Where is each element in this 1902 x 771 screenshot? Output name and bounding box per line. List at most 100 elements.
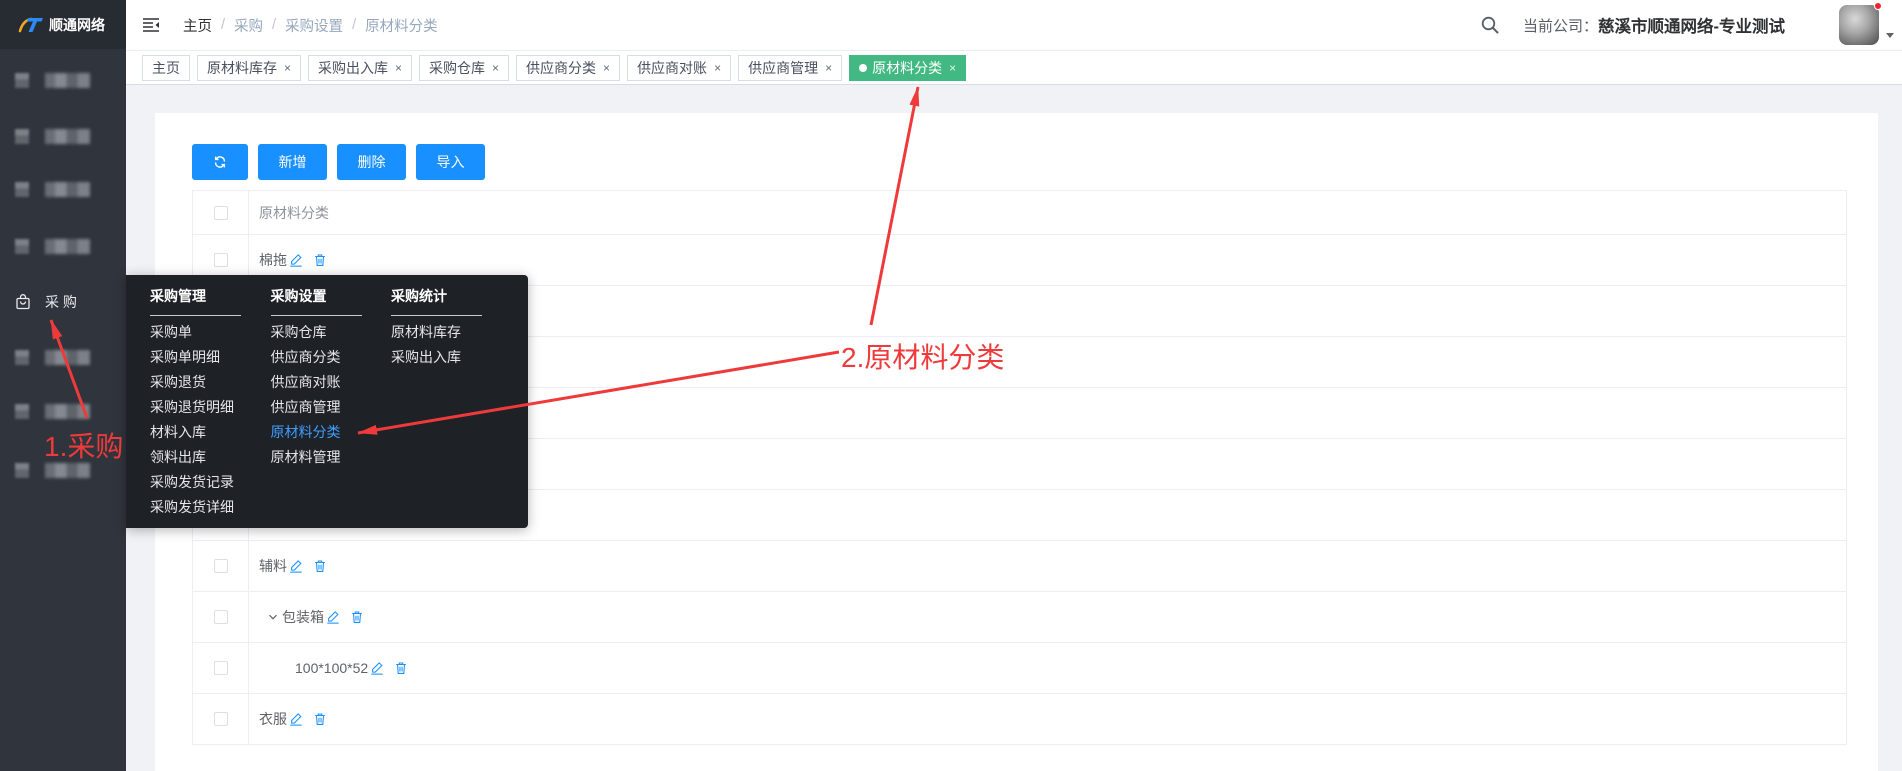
menu-item[interactable]: 采购单 xyxy=(150,320,241,345)
sidebar-item[interactable] xyxy=(0,392,126,432)
tags-view-item[interactable]: 供应商分类 × xyxy=(516,55,621,81)
menu-column-title: 采购统计 xyxy=(391,285,482,316)
search-icon[interactable] xyxy=(1481,16,1499,34)
tags-view-item[interactable]: 原材料分类 × xyxy=(849,55,967,81)
tag-label: 供应商管理 xyxy=(748,60,819,76)
breadcrumb: 主页 / 采购 / 采购设置 / 原材料分类 xyxy=(183,0,438,50)
menu-item[interactable]: 原材料分类 xyxy=(271,420,362,445)
toolbar: 新增 删除 导入 xyxy=(192,144,485,180)
checkbox-cell xyxy=(193,191,249,234)
table-row[interactable]: 100*100*52 xyxy=(193,643,1846,694)
edit-icon[interactable] xyxy=(289,712,303,726)
menu-item[interactable]: 采购单明细 xyxy=(150,345,241,370)
delete-icon[interactable] xyxy=(394,661,408,675)
annotation-step-2: 2.原材料分类 xyxy=(841,342,1005,373)
close-icon[interactable]: × xyxy=(949,61,956,75)
table-row[interactable]: 衣服 xyxy=(193,694,1846,745)
tags-view-item[interactable]: 采购出入库 × xyxy=(308,55,413,81)
blurred-menu-icon xyxy=(15,350,29,365)
sidebar-item[interactable] xyxy=(0,227,126,267)
name-cell: 衣服 xyxy=(249,694,1846,744)
delete-icon[interactable] xyxy=(313,253,327,267)
company-label: 当前公司： xyxy=(1523,17,1599,35)
edit-icon[interactable] xyxy=(289,559,303,573)
sidebar-item[interactable] xyxy=(0,61,126,101)
table-row[interactable]: 包装箱 xyxy=(193,592,1846,643)
breadcrumb-item[interactable]: 采购设置 xyxy=(285,15,343,36)
avatar[interactable] xyxy=(1839,5,1879,45)
row-checkbox[interactable] xyxy=(213,661,228,675)
menu-item[interactable]: 供应商分类 xyxy=(271,345,362,370)
shopping-bag-icon xyxy=(15,294,31,310)
menu-item[interactable]: 采购退货 xyxy=(150,370,241,395)
tags-view-item[interactable]: 主页 xyxy=(142,55,190,81)
blurred-menu-icon xyxy=(15,129,29,144)
close-icon[interactable]: × xyxy=(825,61,832,75)
blurred-menu-icon xyxy=(15,239,29,254)
sidebar-item[interactable] xyxy=(0,117,126,157)
menu-item[interactable]: 原材料库存 xyxy=(391,320,482,345)
breadcrumb-separator: / xyxy=(352,17,357,33)
row-checkbox[interactable] xyxy=(213,712,228,726)
tags-view-item[interactable]: 原材料库存 × xyxy=(197,55,302,81)
menu-list: 原材料库存 采购出入库 xyxy=(391,320,482,370)
menu-column-title: 采购设置 xyxy=(270,285,362,316)
sidebar-item[interactable] xyxy=(0,170,126,210)
blurred-menu-icon xyxy=(15,73,29,88)
close-icon[interactable]: × xyxy=(284,61,291,75)
tags-bar: 主页 原材料库存 × 采购出入库 × 采购仓库 × 供应商分类 × 供应商对账 × 供应商管理 × 原材料… xyxy=(126,51,1902,85)
menu-item[interactable]: 采购退货明细 xyxy=(150,395,241,420)
blurred-menu-icon xyxy=(15,182,29,197)
close-icon[interactable]: × xyxy=(714,61,721,75)
chevron-down-icon[interactable] xyxy=(268,612,278,622)
close-icon[interactable]: × xyxy=(395,61,402,75)
menu-item[interactable]: 供应商对账 xyxy=(271,370,362,395)
row-name: 衣服 xyxy=(259,711,287,727)
sidebar-item-purchase[interactable]: 采 购 xyxy=(0,282,126,322)
add-button[interactable]: 新增 xyxy=(258,144,327,180)
column-header: 原材料分类 xyxy=(259,204,329,221)
tags-view-item[interactable]: 供应商管理 × xyxy=(738,55,843,81)
menu-item[interactable]: 供应商管理 xyxy=(271,395,362,420)
delete-icon[interactable] xyxy=(313,712,327,726)
edit-icon[interactable] xyxy=(326,610,340,624)
caret-down-icon[interactable] xyxy=(1886,33,1894,38)
breadcrumb-item: 原材料分类 xyxy=(365,18,438,35)
menu-item[interactable]: 采购出入库 xyxy=(391,345,482,370)
breadcrumb-item[interactable]: 采购 xyxy=(234,15,263,36)
menu-list: 采购仓库 供应商分类 供应商对账 供应商管理 原材料分类 原材料管理 xyxy=(271,320,362,470)
edit-icon[interactable] xyxy=(289,253,303,267)
menu-item[interactable]: 采购发货记录 xyxy=(150,470,241,495)
close-icon[interactable]: × xyxy=(492,61,499,75)
edit-icon[interactable] xyxy=(370,661,384,675)
menu-item[interactable]: 采购仓库 xyxy=(271,320,362,345)
tags-view-item[interactable]: 供应商对账 × xyxy=(627,55,732,81)
close-icon[interactable]: × xyxy=(603,61,610,75)
row-checkbox[interactable] xyxy=(213,253,228,267)
refresh-button[interactable] xyxy=(192,144,248,180)
menu-item[interactable]: 材料入库 xyxy=(150,420,241,445)
hamburger-icon[interactable] xyxy=(142,17,160,33)
menu-list: 采购单 采购单明细 采购退货 采购退货明细 材料入库 领料出库 采购发货记录 采购发货详细 xyxy=(150,320,241,520)
menu-item[interactable]: 采购发货详细 xyxy=(150,495,241,520)
breadcrumb-separator: / xyxy=(272,17,277,33)
blurred-menu-label xyxy=(45,350,90,365)
row-checkbox[interactable] xyxy=(213,610,228,624)
shuntong-logo-icon xyxy=(18,16,45,34)
row-checkbox[interactable] xyxy=(213,559,228,573)
tag-label: 供应商对账 xyxy=(637,60,708,76)
sidebar-item[interactable] xyxy=(0,338,126,378)
breadcrumb-item[interactable]: 主页 xyxy=(183,15,212,36)
table-row[interactable]: 辅料 xyxy=(193,541,1846,592)
menu-item[interactable]: 领料出库 xyxy=(150,445,241,470)
tags-view-item[interactable]: 采购仓库 × xyxy=(419,55,510,81)
company-name: 慈溪市顺通网络-专业测试 xyxy=(1598,18,1786,36)
delete-icon[interactable] xyxy=(350,610,364,624)
delete-button[interactable]: 删除 xyxy=(337,144,406,180)
tags-view: 主页 原材料库存 × 采购出入库 × 采购仓库 × 供应商分类 × 供应商对账 × 供应商管理 × 原材料… xyxy=(142,55,967,81)
select-all-checkbox[interactable] xyxy=(213,205,228,220)
menu-item[interactable]: 原材料管理 xyxy=(271,445,362,470)
logo[interactable]: 顺通网络 xyxy=(0,0,126,49)
delete-icon[interactable] xyxy=(313,559,327,573)
import-button[interactable]: 导入 xyxy=(416,144,485,180)
